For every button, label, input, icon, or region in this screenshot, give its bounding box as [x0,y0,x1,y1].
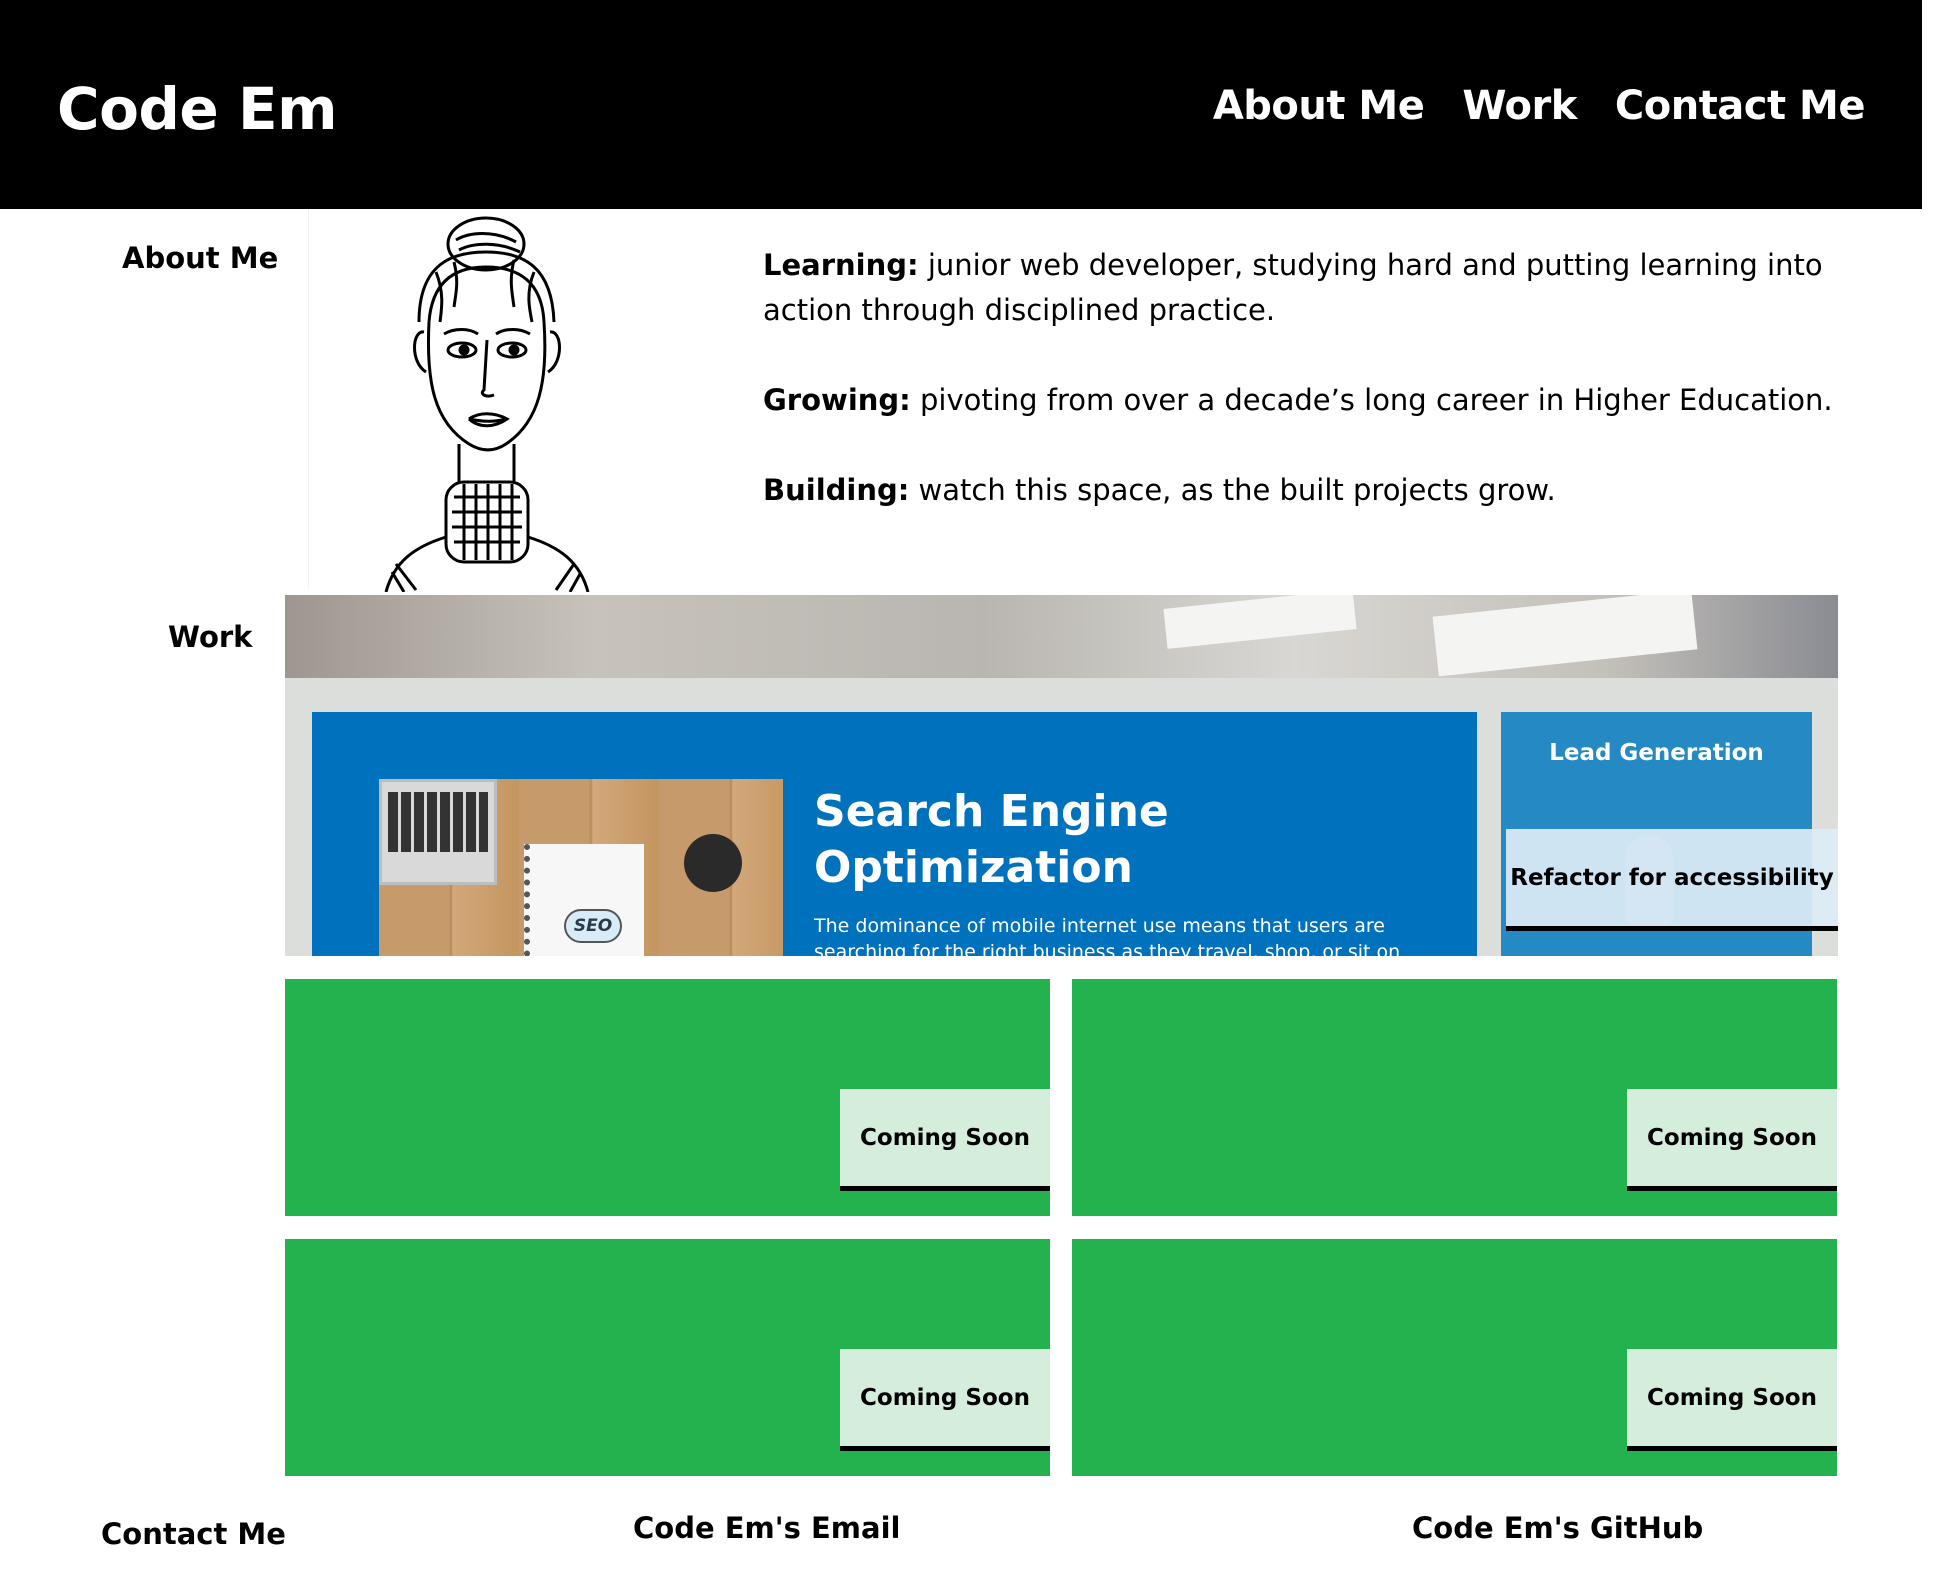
about-text-learning: junior web developer, studying hard and … [763,248,1823,327]
seo-cloud-icon: SEO [564,909,622,943]
about-section-label: About Me [122,241,279,275]
about-paragraph-growing: Growing: pivoting from over a decade’s l… [763,378,1863,423]
project-card[interactable]: Coming Soon [1072,979,1837,1216]
pencil-cup-icon [684,834,742,892]
project-card[interactable]: Coming Soon [285,1239,1050,1476]
desk-workspace-photo: SEO [379,779,783,956]
site-header: Code Em About Me Work Contact Me [0,0,1922,209]
main-nav: About Me Work Contact Me [1213,80,1866,132]
avatar [308,209,648,592]
about-text: Learning: junior web developer, studying… [763,243,1863,558]
seo-heading: Search Engine Optimization [814,786,1169,893]
about-lead-growing: Growing: [763,383,911,417]
email-link[interactable]: Code Em's Email [633,1510,900,1546]
seo-panel: SEO Search Engine Optimization The domin… [312,712,1477,956]
seo-copy: The dominance of mobile internet use mea… [814,915,1401,956]
about-paragraph-building: Building: watch this space, as the built… [763,468,1863,513]
featured-project-preview[interactable]: SEO Search Engine Optimization The domin… [285,595,1838,956]
nav-link-work[interactable]: Work [1462,80,1577,132]
refactor-for-accessibility-button[interactable]: Refactor for accessibility [1506,829,1838,931]
coming-soon-button[interactable]: Coming Soon [1627,1089,1837,1191]
work-section-label: Work [168,620,253,654]
lead-generation-title: Lead Generation [1549,740,1764,766]
nav-link-contact[interactable]: Contact Me [1615,80,1866,132]
desk-paper [1163,595,1357,649]
contact-section-label: Contact Me [101,1517,286,1551]
about-lead-building: Building: [763,473,910,507]
site-title: Code Em [57,75,338,143]
github-link[interactable]: Code Em's GitHub [1412,1510,1703,1546]
about-lead-learning: Learning: [763,248,919,282]
coming-soon-button[interactable]: Coming Soon [1627,1349,1837,1451]
about-text-building: watch this space, as the built projects … [909,473,1556,507]
project-card[interactable]: Coming Soon [285,979,1050,1216]
nav-link-about[interactable]: About Me [1213,80,1425,132]
about-paragraph-learning: Learning: junior web developer, studying… [763,243,1823,333]
coming-soon-button[interactable]: Coming Soon [840,1089,1050,1191]
laptop-icon [379,779,497,885]
project-card[interactable]: Coming Soon [1072,1239,1837,1476]
desk-paper [1432,595,1698,677]
woman-avatar-icon [384,216,590,592]
desk-photo-strip [285,595,1838,678]
coming-soon-button[interactable]: Coming Soon [840,1349,1050,1451]
about-text-growing: pivoting from over a decade’s long caree… [910,383,1833,417]
